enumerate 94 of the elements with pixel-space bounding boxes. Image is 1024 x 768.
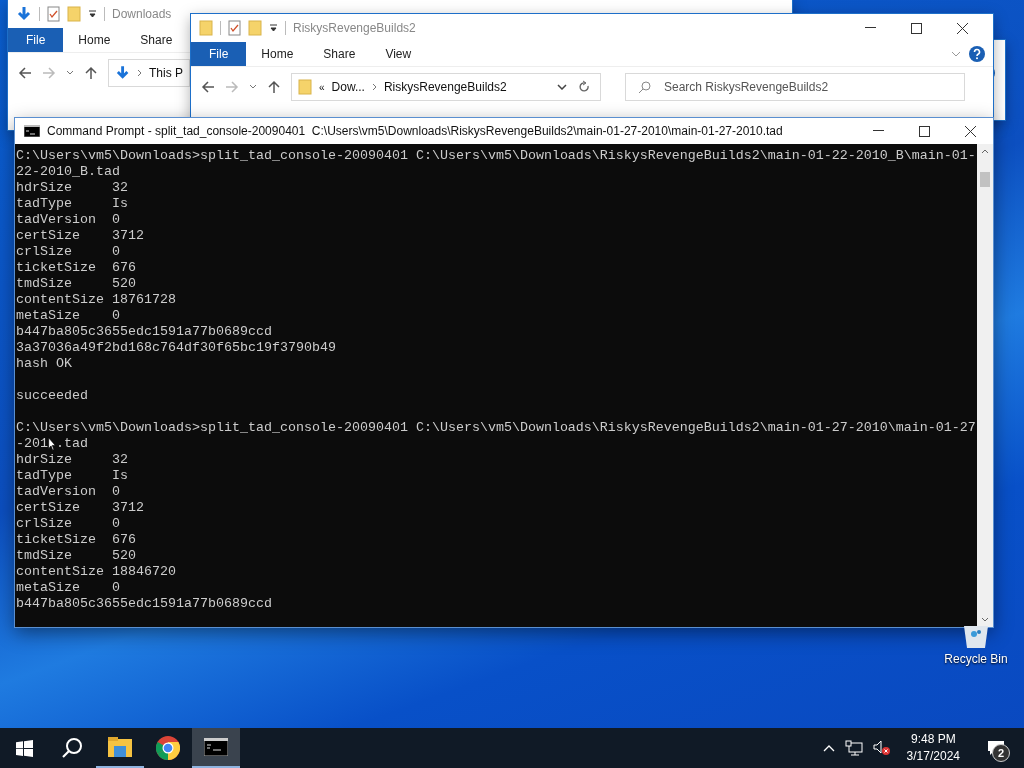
folder-icon [108, 737, 132, 757]
terminal-icon [24, 125, 40, 137]
console-line: C:\Users\vm5\Downloads>split_tad_console-20090401 C:\Users\vm5\Downloads\RiskysRevengeBuilds2\main-01-27-2010\main-01-27 [16, 420, 976, 435]
scroll-up-icon[interactable] [981, 149, 989, 154]
search-icon [61, 737, 83, 759]
separator-icon [371, 83, 377, 91]
console-line: C:\Users\vm5\Downloads>split_tad_console-20090401 C:\Users\vm5\Downloads\RiskysRevengeBuilds2\main-01-22-2010_B\main-01- [16, 148, 976, 163]
console-line: contentSize 18846720 [16, 564, 176, 579]
ribbon-tab[interactable]: Share [308, 42, 371, 66]
properties-icon[interactable] [47, 6, 60, 22]
address-bar[interactable]: « Dow... RiskysRevengeBuilds2 [291, 73, 601, 101]
console-line: crlSize 0 [16, 516, 120, 531]
maximize-icon [910, 22, 922, 34]
download-icon [115, 65, 131, 81]
console-line: 22-2010_B.tad [16, 164, 120, 179]
recent-icon[interactable] [249, 84, 257, 90]
console-line: .tad [56, 436, 88, 451]
terminal-icon [204, 738, 228, 756]
console-line: -201 [16, 436, 48, 451]
console-line: tmdSize 520 [16, 548, 136, 563]
search-icon [638, 81, 651, 94]
console-line: b447ba805c3655edc1591a77b0689ccd [16, 596, 272, 611]
console-line: certSize 3712 [16, 228, 144, 243]
window-title: RiskysRevengeBuilds2 [293, 21, 416, 35]
console-line: 3a37036a49f2bd168c764df30f65bc19f3790b49 [16, 340, 336, 355]
help-icon[interactable] [969, 46, 985, 62]
clock-time[interactable]: 9:48 PM [910, 731, 956, 748]
breadcrumb[interactable]: This P [149, 66, 183, 80]
folder-icon [298, 79, 312, 95]
chevron-up-icon[interactable] [822, 744, 835, 752]
scroll-down-icon[interactable] [981, 617, 989, 622]
console-line: certSize 3712 [16, 500, 144, 515]
ribbon-tab[interactable]: Home [246, 42, 309, 66]
taskbar-app[interactable] [192, 728, 240, 768]
desktop-icon-label[interactable]: Recycle Bin [944, 652, 1008, 666]
console-line: crlSize 0 [16, 244, 120, 259]
console-line: tadType Is [16, 468, 128, 483]
separator-icon [137, 69, 142, 77]
console-line: tadVersion 0 [16, 212, 120, 227]
console-line: contentSize 18761728 [16, 292, 176, 307]
console-line: b447ba805c3655edc1591a77b0689ccd [16, 324, 272, 339]
ribbon-tab[interactable]: View [370, 42, 427, 66]
console-line: tadType Is [16, 196, 128, 211]
maximize-icon [918, 125, 930, 137]
close-icon [956, 22, 968, 34]
console-line: metaSize 0 [16, 308, 120, 323]
notifications-button[interactable]: 2 [976, 728, 1016, 768]
customize-icon[interactable] [88, 9, 97, 19]
scrollbar[interactable] [977, 144, 993, 627]
search-field[interactable]: Search RiskysRevengeBuilds2 [625, 73, 965, 101]
folder-icon [199, 20, 213, 36]
console-line: tmdSize 520 [16, 276, 136, 291]
network-icon[interactable] [844, 740, 863, 756]
download-icon [16, 6, 32, 22]
window-title: Command Prompt - split_tad_console-20090401 C:\Users\vm5\Downloads\RiskysRevengeBuilds2\main-01-27-2010\main-01-27-2010.tad [47, 124, 784, 138]
minimize-icon [872, 130, 884, 132]
ribbon-tab[interactable]: Home [63, 28, 126, 52]
chevron-icon[interactable] [951, 51, 961, 57]
console-line: metaSize 0 [16, 580, 120, 595]
mouse-cursor-icon [48, 437, 56, 451]
notification-count: 2 [992, 744, 1010, 762]
minimize-icon [864, 27, 876, 29]
console-line: hdrSize 32 [16, 452, 128, 467]
customize-icon[interactable] [269, 23, 278, 33]
back-icon[interactable] [18, 66, 32, 80]
scroll-thumb[interactable] [980, 172, 990, 187]
recent-icon[interactable] [66, 70, 74, 76]
console-line: hdrSize 32 [16, 180, 128, 195]
up-icon[interactable] [267, 80, 281, 94]
volume-muted-icon[interactable] [872, 740, 891, 756]
overflow-chevron[interactable]: « [319, 81, 325, 93]
console-line: ticketSize 676 [16, 532, 136, 547]
console-line: tadVersion 0 [16, 484, 120, 499]
address-bar[interactable]: This P [108, 59, 190, 87]
file-menu-button[interactable]: File [8, 28, 64, 52]
back-icon[interactable] [201, 80, 215, 94]
windows-logo-icon [15, 739, 33, 757]
console-line: succeeded [16, 388, 88, 403]
breadcrumb[interactable]: RiskysRevengeBuilds2 [383, 80, 507, 94]
folder-icon [67, 6, 81, 22]
console-line: ticketSize 676 [16, 260, 136, 275]
properties-icon[interactable] [228, 20, 241, 36]
folder-icon [248, 20, 262, 36]
recycle-bin-icon[interactable] [961, 626, 991, 648]
chrome-icon [156, 736, 180, 760]
close-icon [964, 125, 976, 137]
dropdown-icon[interactable] [557, 84, 567, 90]
breadcrumb[interactable]: Dow... [331, 80, 365, 94]
window-title: Downloads [112, 7, 172, 21]
up-icon[interactable] [84, 66, 98, 80]
console-line: hash OK [16, 356, 72, 371]
file-menu-button[interactable]: File [191, 42, 247, 66]
clock-date[interactable]: 3/17/2024 [906, 748, 960, 765]
ribbon-tab[interactable]: Share [125, 28, 188, 52]
